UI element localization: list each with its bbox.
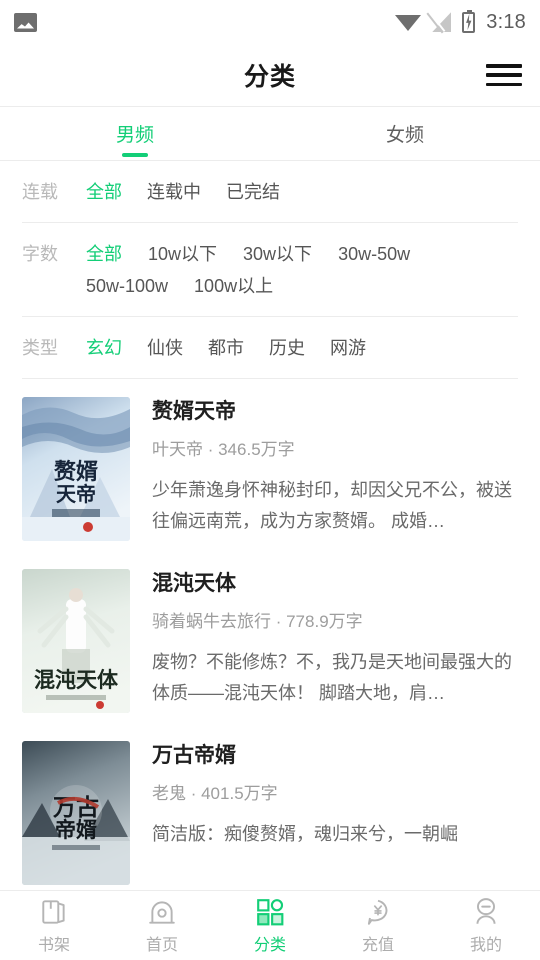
book-info: 混沌天体 骑着蜗牛去旅行 · 778.9万字 废物？不能修炼？不，我乃是天地间最… <box>130 569 518 713</box>
book-title: 混沌天体 <box>152 572 236 595</box>
book-list-item[interactable]: 赘婿 天帝 赘婿天帝 叶天帝 · 346.5万字 少年萧逸身怀神秘封印，却因父兄… <box>22 379 518 551</box>
book-list-item[interactable]: 混沌天体 混沌天体 骑着蜗牛去旅行 · 778.9万字 废物？不能修炼？不，我乃… <box>22 551 518 723</box>
filter-section: 连载 全部 连载中 已完结 字数 全部 10w以下 30w以下 30w-50w … <box>0 161 540 379</box>
filter-label-wordcount: 字数 <box>22 244 58 264</box>
tab-male-channel[interactable]: 男频 <box>0 107 270 160</box>
filter-opt-genre-xuanhuan[interactable]: 玄幻 <box>86 332 122 364</box>
tab-female-channel[interactable]: 女频 <box>270 107 540 160</box>
home-icon <box>149 900 175 924</box>
book-list: 赘婿 天帝 赘婿天帝 叶天帝 · 346.5万字 少年萧逸身怀神秘封印，却因父兄… <box>0 379 540 895</box>
book-list-item[interactable]: 万古 帝婿 万古帝婿 老鬼 · 401.5万字 简洁版：痴傻赘婿，魂归来兮，一朝… <box>22 723 518 895</box>
filter-opt-genre-online-game[interactable]: 网游 <box>330 332 366 364</box>
book-info: 赘婿天帝 叶天帝 · 346.5万字 少年萧逸身怀神秘封印，却因父兄不公，被送往… <box>130 397 518 541</box>
filter-row-serialization: 连载 全部 连载中 已完结 <box>22 161 518 222</box>
filter-label-serialization: 连载 <box>22 182 58 202</box>
filter-opt-serialization-all[interactable]: 全部 <box>86 176 122 208</box>
filter-opt-wordcount-under-10w[interactable]: 10w以下 <box>148 238 217 270</box>
nav-item-recharge[interactable]: 充值 <box>324 897 432 955</box>
filter-opt-genre-history[interactable]: 历史 <box>269 332 305 364</box>
book-cover-art-2: 混沌天体 <box>22 569 130 713</box>
book-description: 废物？不能修炼？不，我乃是天地间最强大的体质——混沌天体！ 脚踏大地，肩… <box>152 652 512 703</box>
filter-opt-wordcount-over-100w[interactable]: 100w以上 <box>194 270 273 302</box>
menu-bar-3 <box>486 82 522 86</box>
app-header: 分类 <box>0 44 540 106</box>
filter-options-wordcount: 全部 10w以下 30w以下 30w-50w 50w-100w 100w以上 <box>86 238 518 302</box>
filter-options-genre: 玄幻 仙侠 都市 历史 网游 <box>86 332 518 364</box>
svg-text:天帝: 天帝 <box>56 482 96 506</box>
nav-item-bookshelf[interactable]: 书架 <box>0 897 108 955</box>
profile-person-icon <box>476 897 496 924</box>
status-bar: 3:18 <box>0 0 540 44</box>
filter-row-genre: 类型 玄幻 仙侠 都市 历史 网游 <box>22 317 518 378</box>
book-cover: 混沌天体 <box>22 569 130 713</box>
signal-off-icon <box>432 12 451 32</box>
filter-opt-serialization-finished[interactable]: 已完结 <box>226 176 280 208</box>
page-title: 分类 <box>243 63 296 91</box>
book-description: 简洁版：痴傻赘婿，魂归来兮，一朝崛 <box>152 824 458 844</box>
book-cover-art-3: 万古 帝婿 <box>22 741 130 885</box>
bookshelf-icon <box>42 899 65 924</box>
filter-opt-wordcount-all[interactable]: 全部 <box>86 238 122 270</box>
filter-opt-genre-urban[interactable]: 都市 <box>208 332 244 364</box>
book-title: 万古帝婿 <box>152 744 236 767</box>
nav-label-home: 首页 <box>145 936 178 954</box>
menu-bar-1 <box>486 64 522 68</box>
tab-female-channel-label: 女频 <box>385 125 424 146</box>
category-grid-icon <box>257 898 284 925</box>
status-bar-right: 3:18 <box>395 9 526 34</box>
book-description: 少年萧逸身怀神秘封印，却因父兄不公，被送往偏远南荒，成为方家赘婿。 成婚… <box>152 480 512 531</box>
book-meta: 老鬼 · 401.5万字 <box>152 784 278 803</box>
tab-active-indicator <box>122 153 148 157</box>
status-bar-left <box>14 12 37 32</box>
svg-text:帝婿: 帝婿 <box>55 818 97 842</box>
book-meta: 骑着蜗牛去旅行 · 778.9万字 <box>152 612 363 631</box>
image-icon <box>14 12 37 32</box>
book-cover: 万古 帝婿 <box>22 741 130 885</box>
nav-label-bookshelf: 书架 <box>37 936 70 954</box>
battery-charging-icon <box>462 9 476 33</box>
filter-opt-serialization-ongoing[interactable]: 连载中 <box>147 176 201 208</box>
filter-opt-wordcount-30w-50w[interactable]: 30w-50w <box>338 238 410 270</box>
nav-item-profile[interactable]: 我的 <box>432 897 540 955</box>
wifi-icon <box>395 13 422 32</box>
filter-row-wordcount: 字数 全部 10w以下 30w以下 30w-50w 50w-100w 100w以… <box>22 223 518 316</box>
nav-label-profile: 我的 <box>469 936 502 954</box>
nav-item-category[interactable]: 分类 <box>216 897 324 955</box>
book-title: 赘婿天帝 <box>152 400 236 423</box>
book-cover-art-1: 赘婿 天帝 <box>22 397 130 541</box>
menu-bar-2 <box>486 73 522 77</box>
recharge-yen-icon <box>367 899 388 925</box>
filter-label-genre: 类型 <box>22 338 58 358</box>
status-bar-clock: 3:18 <box>486 10 526 33</box>
channel-tabs: 男频 女频 <box>0 107 540 160</box>
book-info: 万古帝婿 老鬼 · 401.5万字 简洁版：痴傻赘婿，魂归来兮，一朝崛 <box>130 741 518 885</box>
nav-item-home[interactable]: 首页 <box>108 897 216 955</box>
tab-male-channel-label: 男频 <box>115 125 154 146</box>
nav-label-category: 分类 <box>253 936 286 954</box>
book-cover: 赘婿 天帝 <box>22 397 130 541</box>
hamburger-menu-icon[interactable] <box>486 61 522 89</box>
svg-text:混沌天体: 混沌天体 <box>34 668 119 692</box>
nav-label-recharge: 充值 <box>361 936 394 954</box>
bottom-navigation: 书架 首页 分类 充值 我的 <box>0 890 540 960</box>
filter-opt-genre-xianxia[interactable]: 仙侠 <box>147 332 183 364</box>
book-meta: 叶天帝 · 346.5万字 <box>152 440 295 459</box>
filter-opt-wordcount-under-30w[interactable]: 30w以下 <box>243 238 312 270</box>
filter-opt-wordcount-50w-100w[interactable]: 50w-100w <box>86 270 168 302</box>
filter-options-serialization: 全部 连载中 已完结 <box>86 176 518 208</box>
